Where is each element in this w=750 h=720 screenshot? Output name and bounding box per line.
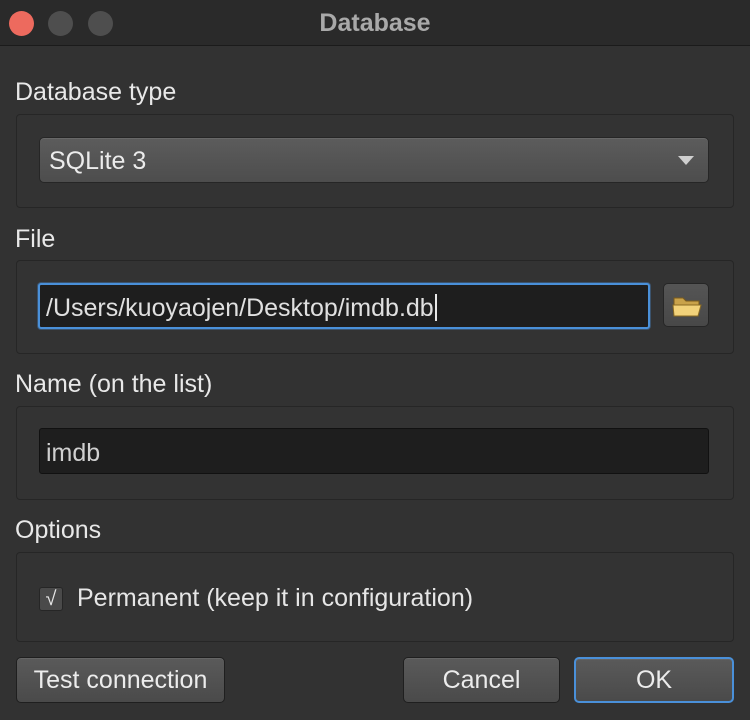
file-path-value: /Users/kuoyaojen/Desktop/imdb.db — [46, 294, 434, 322]
name-value: imdb — [46, 439, 101, 467]
text-caret — [434, 294, 437, 321]
file-heading: File — [15, 225, 56, 253]
name-input[interactable]: imdb — [39, 428, 709, 474]
ok-button[interactable]: OK — [574, 657, 734, 703]
database-type-heading: Database type — [15, 78, 177, 106]
chevron-down-icon — [678, 156, 694, 165]
test-connection-button[interactable]: Test connection — [16, 657, 225, 703]
database-type-value: SQLite 3 — [49, 147, 147, 175]
browse-file-button[interactable] — [663, 283, 709, 327]
window-title: Database — [319, 9, 431, 37]
permanent-checkbox-label[interactable]: Permanent (keep it in configuration) — [77, 584, 473, 613]
folder-icon — [672, 297, 702, 317]
cancel-button[interactable]: Cancel — [403, 657, 560, 703]
permanent-checkbox[interactable]: √ — [39, 587, 63, 611]
options-heading: Options — [15, 516, 102, 544]
file-path-input[interactable]: /Users/kuoyaojen/Desktop/imdb.db — [38, 283, 650, 329]
database-dialog: Database Database type SQLite 3 File /Us… — [0, 0, 750, 720]
title-bar: Database — [0, 0, 750, 46]
name-heading: Name (on the list) — [15, 370, 213, 398]
database-type-select[interactable]: SQLite 3 — [39, 137, 709, 183]
